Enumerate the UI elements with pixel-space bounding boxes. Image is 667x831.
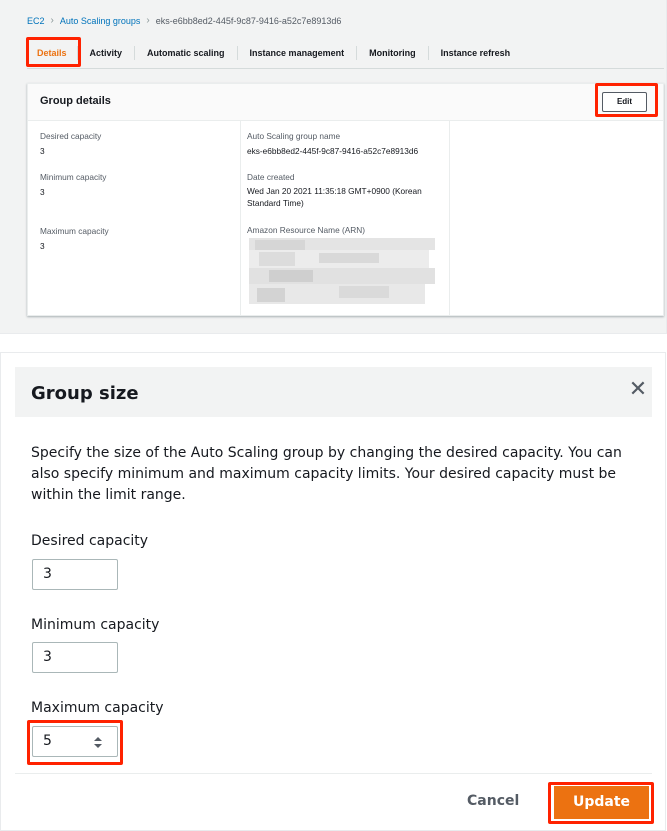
maximum-capacity-label: Maximum capacity [40,226,109,236]
cancel-button[interactable]: Cancel [467,793,519,809]
details-tab-highlight [26,37,81,67]
minimum-capacity-value: 3 [40,187,45,197]
maximum-capacity-highlight [27,720,123,765]
breadcrumb-current-group: eks-e6bb8ed2-445f-9c87-9416-a52c7e8913d6 [155,15,342,26]
modal-description: Specify the size of the Auto Scaling gro… [31,445,622,503]
edit-button-highlight [595,83,658,117]
card-title: Group details [40,95,111,107]
tab-automatic-scaling[interactable]: Automatic scaling [135,46,238,60]
group-details-card: Group details Edit Desired capacity 3 Mi… [27,83,664,316]
update-button-highlight [548,782,654,824]
chevron-right-icon: › [50,15,54,26]
asg-name-value: eks-e6bb8ed2-445f-9c87-9416-a52c7e8913d6 [247,146,419,156]
date-created-line2: Standard Time) [247,198,304,208]
tab-bar: Details Activity Automatic scaling Insta… [27,38,664,69]
asg-details-panel: EC2 › Auto Scaling groups › eks-e6bb8ed2… [0,0,667,334]
breadcrumb: EC2 › Auto Scaling groups › eks-e6bb8ed2… [27,15,341,26]
group-info-column: Auto Scaling group name eks-e6bb8ed2-445… [241,120,450,315]
breadcrumb-ec2[interactable]: EC2 [27,16,45,26]
asg-name-label: Auto Scaling group name [247,131,341,141]
date-created-line1: Wed Jan 20 2021 11:35:18 GMT+0900 (Korea… [247,186,422,196]
chevron-right-icon: › [146,15,150,26]
minimum-capacity-field-label: Minimum capacity [31,617,160,633]
close-icon[interactable]: ✕ [625,376,651,402]
tab-instance-management[interactable]: Instance management [238,46,358,60]
desired-capacity-value: 3 [40,146,45,156]
modal-footer-divider [15,773,652,774]
minimum-capacity-label: Minimum capacity [40,172,107,182]
group-size-modal: Group size ✕ Specify the size of the Aut… [0,352,666,831]
desired-capacity-field-label: Desired capacity [31,533,149,549]
maximum-capacity-field-label: Maximum capacity [31,700,164,716]
minimum-capacity-input[interactable]: 3 [32,642,118,673]
desired-capacity-input[interactable]: 3 [32,559,118,590]
modal-header: Group size ✕ [15,367,652,417]
modal-title: Group size [31,383,139,404]
arn-label: Amazon Resource Name (ARN) [247,225,366,235]
desired-capacity-label: Desired capacity [40,131,102,141]
date-created-label: Date created [247,172,295,182]
tab-instance-refresh[interactable]: Instance refresh [429,46,523,60]
breadcrumb-auto-scaling-groups[interactable]: Auto Scaling groups [60,16,141,26]
tab-activity[interactable]: Activity [76,46,136,60]
maximum-capacity-value: 3 [40,241,45,251]
arn-redacted-value [249,238,439,304]
capacity-column: Desired capacity 3 Minimum capacity 3 Ma… [28,120,241,315]
tab-monitoring[interactable]: Monitoring [357,46,429,60]
card-header: Group details Edit [28,84,663,121]
